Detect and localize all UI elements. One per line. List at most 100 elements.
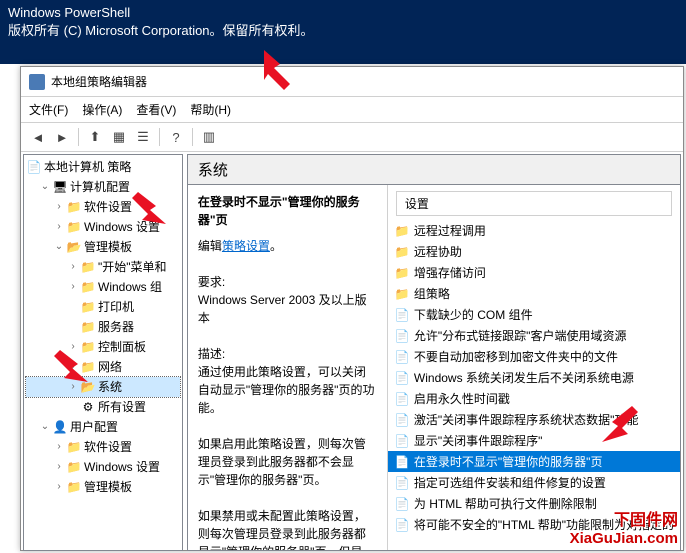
filter-button[interactable]: ▥ (198, 126, 220, 148)
list-header: 设置 (388, 187, 680, 220)
list-item[interactable]: 📄 指定可选组件安装和组件修复的设置 (388, 472, 680, 493)
list-item-label: 指定可选组件安装和组件修复的设置 (414, 474, 606, 491)
expand-icon[interactable]: › (54, 198, 64, 216)
details-header: 系统 (187, 154, 681, 184)
list-item[interactable]: 📄启用永久性时间戳 (388, 388, 680, 409)
tree-control-panel[interactable]: ›📁控制面板 (26, 337, 180, 357)
folder-icon: 📁 (394, 266, 410, 280)
list-item-label: 为 HTML 帮助可执行文件删除限制 (414, 495, 597, 512)
tree-pane[interactable]: 📄本地计算机 策略 ⌄🖥计算机配置 ›📁软件设置 ›📁Windows 设置 ⌄📂… (23, 154, 183, 551)
expand-icon[interactable]: › (54, 478, 64, 496)
list-item-label: 允许"分布式链接跟踪"客户端使用域资源 (414, 327, 627, 344)
list-item[interactable]: 📁 增强存储访问 (388, 262, 680, 283)
window-titlebar[interactable]: 本地组策略编辑器 (21, 67, 683, 97)
expand-icon[interactable]: › (68, 338, 78, 356)
tree-all-settings[interactable]: ⚙所有设置 (26, 397, 180, 417)
policy-icon: 📄 (394, 434, 410, 448)
collapse-icon[interactable]: ⌄ (40, 418, 50, 436)
list-item[interactable]: 📄 允许"分布式链接跟踪"客户端使用域资源 (388, 325, 680, 346)
tree-windows-settings[interactable]: ›📁Windows 设置 (26, 217, 180, 237)
tree-user-software[interactable]: ›📁软件设置 (26, 437, 180, 457)
folder-icon: 📁 (66, 440, 82, 454)
list-item-label: 增强存储访问 (414, 264, 486, 281)
list-item[interactable]: 📁远程过程调用 (388, 220, 680, 241)
policy-icon: 📄 (26, 160, 42, 174)
folder-icon: 📁 (66, 200, 82, 214)
expand-icon[interactable]: › (54, 458, 64, 476)
folder-icon: 📁 (80, 340, 96, 354)
expand-icon[interactable]: › (68, 358, 78, 376)
list-item[interactable]: 📁组策略 (388, 283, 680, 304)
expand-icon[interactable]: › (54, 218, 64, 236)
tree-admin-templates[interactable]: ⌄📂管理模板 (26, 237, 180, 257)
expand-icon[interactable]: › (68, 278, 78, 296)
tree-network[interactable]: ›📁网络 (26, 357, 180, 377)
list-item-label: 组策略 (414, 285, 450, 302)
edit-policy-link[interactable]: 策略设置 (222, 239, 270, 253)
list-item[interactable]: 📁远程协助 (388, 241, 680, 262)
tree-start-menu[interactable]: ›📁"开始"菜单和 (26, 257, 180, 277)
policy-title: 在登录时不显示"管理你的服务器"页 (198, 193, 377, 229)
collapse-icon[interactable]: ⌄ (40, 178, 50, 196)
column-header-setting[interactable]: 设置 (396, 191, 672, 216)
show-hide-button[interactable]: ▦ (108, 126, 130, 148)
forward-button[interactable]: ► (51, 126, 73, 148)
tree-server[interactable]: 📁服务器 (26, 317, 180, 337)
tree-system[interactable]: ›📂系统 (26, 377, 180, 397)
settings-list[interactable]: 设置 📁远程过程调用📁远程协助📁增强存储访问📁组策略📄下载缺少的 COM 组件📄… (388, 185, 680, 550)
list-item[interactable]: 📄在登录时不显示"管理你的服务器"页 (388, 451, 680, 472)
folder-icon: 📁 (80, 300, 96, 314)
expand-icon[interactable]: › (68, 378, 78, 396)
ps-copyright: 版权所有 (C) Microsoft Corporation。保留所有权利。 (8, 22, 678, 40)
list-item-label: 下载缺少的 COM 组件 (414, 306, 533, 323)
list-item[interactable]: 📄不要自动加密移到加密文件夹中的文件 (388, 346, 680, 367)
app-icon (29, 74, 45, 90)
tree-software-settings[interactable]: ›📁软件设置 (26, 197, 180, 217)
folder-icon: 📁 (80, 360, 96, 374)
policy-icon: 📄 (394, 392, 410, 406)
tree-windows-components[interactable]: ›📁Windows 组 (26, 277, 180, 297)
edit-policy-line: 编辑策略设置。 (198, 237, 377, 255)
tree-user-windows[interactable]: ›📁Windows 设置 (26, 457, 180, 477)
toolbar-separator (192, 128, 193, 146)
list-item[interactable]: 📄显示"关闭事件跟踪程序" (388, 430, 680, 451)
policy-icon: 📄 (394, 371, 410, 385)
menu-action[interactable]: 操作(A) (82, 101, 122, 118)
policy-icon: 📄 (394, 518, 410, 532)
list-item-label: 远程过程调用 (414, 222, 486, 239)
description-pane: 在登录时不显示"管理你的服务器"页 编辑策略设置。 要求: Windows Se… (188, 185, 388, 550)
collapse-icon[interactable]: ⌄ (54, 238, 64, 256)
policy-icon: 📄 (394, 455, 410, 469)
menu-view[interactable]: 查看(V) (136, 101, 176, 118)
powershell-window: Windows PowerShell 版权所有 (C) Microsoft Co… (0, 0, 686, 64)
description-text-3: 如果禁用或未配置此策略设置，则每次管理员登录到此服务器都显示"管理你的服务器"页… (198, 507, 377, 550)
menu-file[interactable]: 文件(F) (29, 101, 68, 118)
tree-root[interactable]: 📄本地计算机 策略 (26, 157, 180, 177)
tree-printers[interactable]: 📁打印机 (26, 297, 180, 317)
folder-icon: 📁 (80, 260, 96, 274)
list-item-label: Windows 系统关闭发生后不关闭系统电源 (414, 369, 634, 386)
back-button[interactable]: ◄ (27, 126, 49, 148)
list-item[interactable]: 📄将可能不安全的"HTML 帮助"功能限制为对指定的 (388, 514, 680, 535)
policy-icon: 📄 (394, 476, 410, 490)
up-button[interactable]: ⬆ (84, 126, 106, 148)
settings-icon: ⚙ (80, 400, 96, 414)
help-button[interactable]: ? (165, 126, 187, 148)
tree-user-config[interactable]: ⌄👤用户配置 (26, 417, 180, 437)
policy-icon: 📄 (394, 329, 410, 343)
description-text: 通过使用此策略设置，可以关闭自动显示"管理你的服务器"页的功能。 (198, 363, 377, 417)
requirements-label: 要求: (198, 273, 377, 291)
list-item[interactable]: 📄激活"关闭事件跟踪程序系统状态数据"功能 (388, 409, 680, 430)
folder-icon: 📁 (80, 280, 96, 294)
properties-button[interactable]: ☰ (132, 126, 154, 148)
list-item[interactable]: 📄 Windows 系统关闭发生后不关闭系统电源 (388, 367, 680, 388)
list-item[interactable]: 📄下载缺少的 COM 组件 (388, 304, 680, 325)
expand-icon[interactable]: › (54, 438, 64, 456)
tree-user-admin[interactable]: ›📁管理模板 (26, 477, 180, 497)
menu-bar: 文件(F) 操作(A) 查看(V) 帮助(H) (21, 97, 683, 123)
expand-icon[interactable]: › (68, 258, 78, 276)
menu-help[interactable]: 帮助(H) (190, 101, 231, 118)
folder-icon: 📁 (66, 220, 82, 234)
tree-computer-config[interactable]: ⌄🖥计算机配置 (26, 177, 180, 197)
list-item[interactable]: 📄为 HTML 帮助可执行文件删除限制 (388, 493, 680, 514)
